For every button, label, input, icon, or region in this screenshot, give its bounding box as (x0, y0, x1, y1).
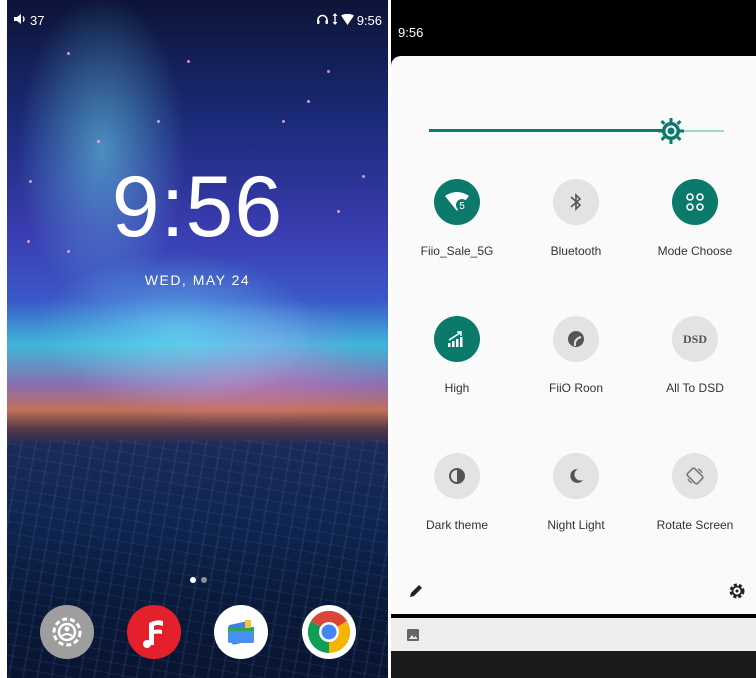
tile-label: Dark theme (425, 518, 489, 532)
image-icon (407, 628, 419, 646)
brightness-slider-fill (429, 129, 671, 132)
dsd-icon: DSD (682, 331, 707, 346)
tile-all-to-dsd[interactable]: DSD All To DSD (635, 316, 755, 395)
rotate-icon (686, 467, 704, 485)
night-light-tile-button[interactable] (553, 453, 599, 499)
tile-label: FiiO Roon (548, 381, 604, 395)
tile-label: Bluetooth (550, 244, 602, 258)
page-dot (201, 577, 207, 583)
tile-high[interactable]: High (397, 316, 517, 395)
high-tile-button[interactable] (434, 316, 480, 362)
page-dot-active (190, 577, 196, 583)
tile-label: Fiio_Sale_5G (420, 244, 494, 258)
tile-label: Rotate Screen (656, 518, 734, 532)
brightness-slider-thumb[interactable] (657, 118, 684, 144)
status-bar-right: 9:56 (316, 13, 382, 28)
tile-dark-theme[interactable]: Dark theme (397, 453, 517, 532)
status-time: 9:56 (356, 13, 382, 28)
tile-wifi[interactable]: 5 Fiio_Sale_5G (397, 179, 517, 258)
bluetooth-icon (570, 193, 582, 211)
signal-high-icon (448, 331, 463, 347)
dark-theme-icon (449, 468, 465, 484)
wifi-tile-button[interactable]: 5 (434, 179, 480, 225)
tile-fiio-roon[interactable]: FiiO Roon (516, 316, 636, 395)
dock-peek-behind-panel (391, 651, 756, 678)
status-bar-left: 37 (13, 13, 44, 28)
tile-mode-choose[interactable]: Mode Choose (635, 179, 755, 258)
volume-icon (13, 13, 27, 28)
volume-value: 37 (30, 13, 45, 28)
svg-text:5: 5 (459, 201, 465, 212)
page-indicator (190, 577, 207, 583)
tile-bluetooth[interactable]: Bluetooth (516, 179, 636, 258)
data-arrows-icon (332, 13, 338, 28)
wifi-icon: 5 (445, 192, 469, 212)
lockscreen-date[interactable]: WED, MAY 24 (7, 272, 388, 288)
rotate-screen-tile-button[interactable] (672, 453, 718, 499)
wifi-status-icon (340, 13, 354, 28)
tile-label: High (444, 381, 470, 395)
moon-icon (570, 468, 583, 483)
chrome-app-icon[interactable] (302, 605, 356, 659)
bluetooth-tile-button[interactable] (553, 179, 599, 225)
mode-grid-icon (686, 193, 704, 211)
headphone-icon (316, 13, 329, 28)
screen: 37 9:56 9:56 WED, MAY 24 9:56 5 Fiio_Sal… (0, 0, 756, 678)
edit-pencil-icon[interactable] (407, 582, 425, 605)
fiio-roon-tile-button[interactable] (553, 316, 599, 362)
all-to-dsd-tile-button[interactable]: DSD (672, 316, 718, 362)
fiio-music-app-icon[interactable] (127, 605, 181, 659)
files-app-icon[interactable] (214, 605, 268, 659)
quick-settings-footer (391, 578, 756, 614)
tile-label: Night Light (547, 518, 605, 532)
roon-icon (568, 331, 584, 347)
notification-peek[interactable] (391, 618, 756, 651)
home-screen: 37 9:56 9:56 WED, MAY 24 (7, 0, 388, 678)
settings-gear-icon[interactable] (727, 581, 747, 606)
quick-settings-time: 9:56 (398, 25, 424, 40)
lockscreen-clock[interactable]: 9:56 (7, 164, 388, 250)
mode-choose-tile-button[interactable] (672, 179, 718, 225)
tile-rotate-screen[interactable]: Rotate Screen (635, 453, 755, 532)
settings-app-icon[interactable] (40, 605, 94, 659)
dark-theme-tile-button[interactable] (434, 453, 480, 499)
tile-label: All To DSD (666, 381, 724, 395)
brightness-icon (657, 118, 684, 144)
tile-night-light[interactable]: Night Light (516, 453, 636, 532)
tile-label: Mode Choose (657, 244, 733, 258)
